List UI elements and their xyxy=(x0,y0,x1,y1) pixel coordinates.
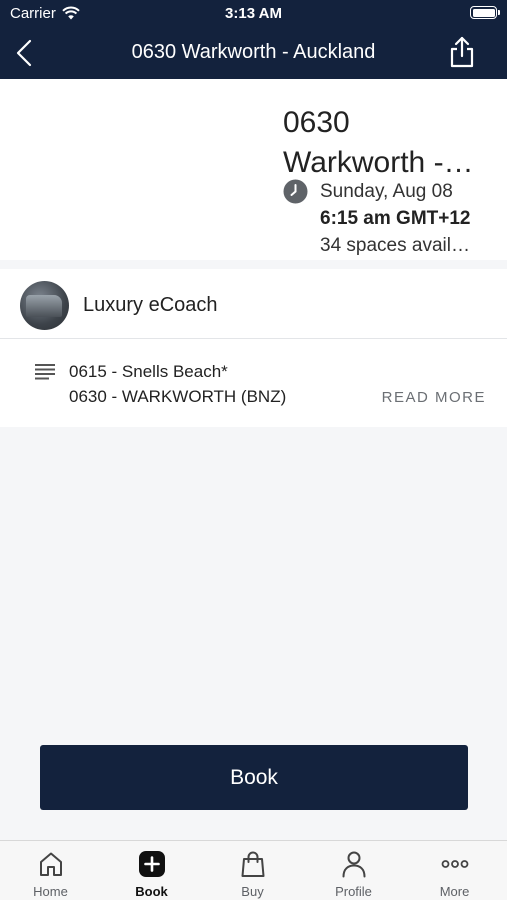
tab-bar: Home Book Buy Profile More xyxy=(0,840,507,900)
tab-more[interactable]: More xyxy=(404,841,505,900)
stop-item: 0615 - Snells Beach* xyxy=(69,362,228,381)
home-icon xyxy=(39,852,62,876)
spaces-available: 34 spaces avail… xyxy=(320,235,470,256)
back-chevron-icon[interactable] xyxy=(12,38,36,68)
route-title-line-2: Warkworth -… xyxy=(283,146,474,179)
tab-book[interactable]: Book xyxy=(101,841,202,900)
book-button[interactable]: Book xyxy=(40,745,468,810)
list-lines-icon xyxy=(35,364,55,380)
tab-buy-label: Buy xyxy=(241,884,264,899)
plus-square-icon xyxy=(138,851,165,877)
vehicle-name: Luxury eCoach xyxy=(83,294,218,316)
shopping-bag-icon xyxy=(241,851,264,877)
tab-profile[interactable]: Profile xyxy=(303,841,404,900)
stops-section: 0615 - Snells Beach* 0630 - WARKWORTH (B… xyxy=(0,339,507,427)
tab-profile-label: Profile xyxy=(335,884,372,899)
more-dots-icon xyxy=(441,860,468,868)
tab-book-label: Book xyxy=(135,884,168,899)
tab-home[interactable]: Home xyxy=(0,841,101,900)
share-icon[interactable] xyxy=(447,35,477,69)
navigation-header: Carrier 3:13 AM 0630 Warkworth - Aucklan… xyxy=(0,0,507,79)
departure-time: 6:15 am GMT+12 xyxy=(320,208,471,229)
tab-home-label: Home xyxy=(33,884,68,899)
clock-icon xyxy=(283,179,308,204)
stop-item: 0630 - WARKWORTH (BNZ) xyxy=(69,387,287,406)
route-title: 0630 Warkworth -… xyxy=(283,103,498,183)
read-more-link[interactable]: READ MORE xyxy=(382,389,486,406)
tab-buy[interactable]: Buy xyxy=(202,841,303,900)
battery-icon xyxy=(470,6,500,19)
tab-more-label: More xyxy=(439,884,470,899)
person-icon xyxy=(342,851,365,878)
vehicle-avatar xyxy=(20,281,69,330)
status-time: 3:13 AM xyxy=(225,5,282,22)
status-bar: Carrier 3:13 AM xyxy=(0,0,507,28)
page-title: 0630 Warkworth - Auckland xyxy=(131,41,376,63)
trip-date: Sunday, Aug 08 xyxy=(320,181,453,202)
trip-summary: 0630 Warkworth -… Sunday, Aug 08 6:15 am… xyxy=(0,79,507,260)
vehicle-row: Luxury eCoach xyxy=(0,269,507,339)
route-title-line-1: 0630 xyxy=(283,106,350,139)
